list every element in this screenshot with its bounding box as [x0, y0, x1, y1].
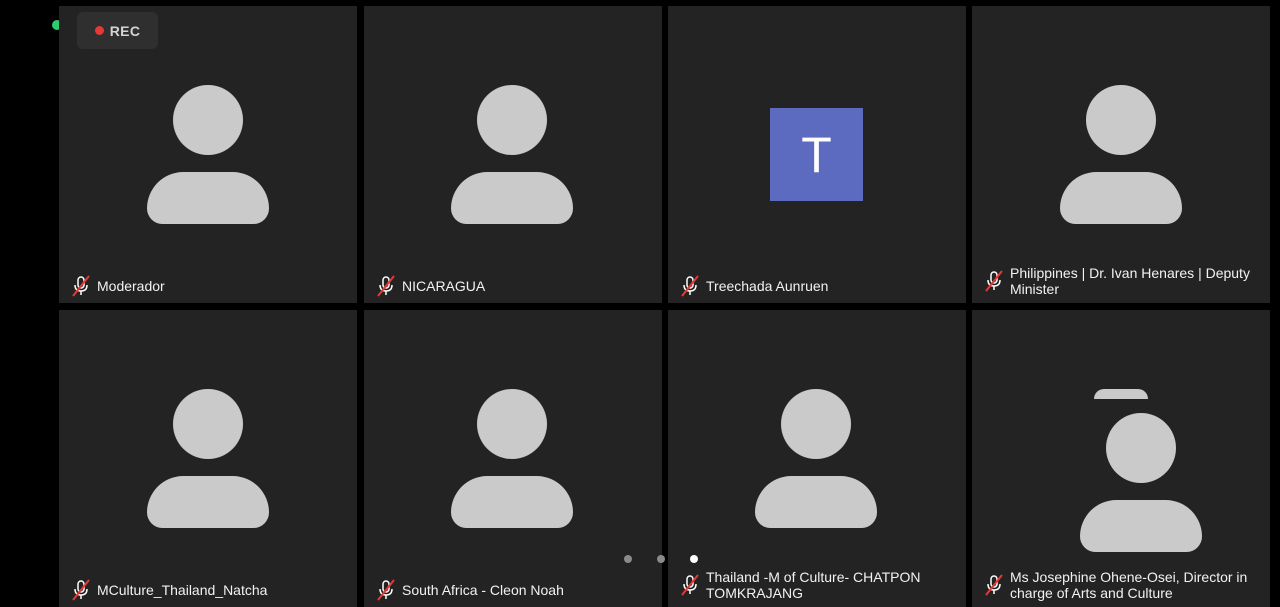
participant-name-bar: Philippines | Dr. Ivan Henares | Deputy … — [984, 265, 1258, 297]
participant-tile[interactable]: Ms Josephine Ohene-Osei, Director in cha… — [972, 310, 1270, 607]
mic-muted-icon — [377, 275, 395, 297]
avatar — [147, 389, 269, 529]
avatar-partial-top — [1094, 389, 1148, 399]
recording-label: REC — [109, 22, 141, 39]
participant-tile[interactable]: Philippines | Dr. Ivan Henares | Deputy … — [972, 6, 1270, 303]
avatar — [1060, 85, 1182, 225]
participant-name: South Africa - Cleon Noah — [402, 582, 564, 598]
recording-indicator: REC — [77, 12, 158, 49]
participant-tile[interactable]: T Treechada Aunruen — [668, 6, 966, 303]
participant-name-bar: South Africa - Cleon Noah — [376, 579, 650, 601]
avatar-initial: T — [801, 126, 832, 183]
mic-muted-icon — [985, 574, 1003, 596]
avatar — [755, 389, 877, 529]
avatar — [451, 389, 573, 529]
page-dot[interactable] — [657, 555, 665, 563]
page-dot[interactable] — [624, 555, 632, 563]
avatar — [451, 85, 573, 225]
participant-name: NICARAGUA — [402, 278, 486, 294]
participant-name-bar: Treechada Aunruen — [680, 275, 954, 297]
mic-muted-icon — [681, 574, 699, 596]
avatar — [147, 85, 269, 225]
participant-tile[interactable]: NICARAGUA — [364, 6, 662, 303]
participant-name-bar: MCulture_Thailand_Natcha — [71, 579, 345, 601]
participant-name: MCulture_Thailand_Natcha — [97, 582, 268, 598]
participant-name-bar: Moderador — [71, 275, 345, 297]
page-dot-active[interactable] — [690, 555, 698, 563]
page-indicator[interactable] — [624, 555, 698, 563]
record-dot-icon — [94, 26, 104, 35]
participant-name: Moderador — [97, 278, 165, 294]
participant-tile[interactable]: MCulture_Thailand_Natcha — [59, 310, 357, 607]
letter-avatar: T — [770, 108, 863, 201]
participant-tile[interactable]: Moderador — [59, 6, 357, 303]
mic-muted-icon — [681, 275, 699, 297]
mic-muted-icon — [72, 275, 90, 297]
mic-muted-icon — [72, 579, 90, 601]
participant-name: Thailand -M of Culture- CHATPON TOMKRAJA… — [706, 569, 921, 601]
participant-tile[interactable]: Thailand -M of Culture- CHATPON TOMKRAJA… — [668, 310, 966, 607]
avatar — [1080, 413, 1202, 553]
participant-name-bar: Ms Josephine Ohene-Osei, Director in cha… — [984, 569, 1258, 601]
mic-muted-icon — [377, 579, 395, 601]
participant-name-bar: Thailand -M of Culture- CHATPON TOMKRAJA… — [680, 569, 954, 601]
participant-name: Treechada Aunruen — [706, 278, 829, 294]
participant-name: Philippines | Dr. Ivan Henares | Deputy … — [1010, 265, 1250, 297]
participant-name: Ms Josephine Ohene-Osei, Director in cha… — [1010, 569, 1248, 601]
mic-muted-icon — [985, 270, 1003, 292]
participant-tile[interactable]: South Africa - Cleon Noah — [364, 310, 662, 607]
participant-name-bar: NICARAGUA — [376, 275, 650, 297]
